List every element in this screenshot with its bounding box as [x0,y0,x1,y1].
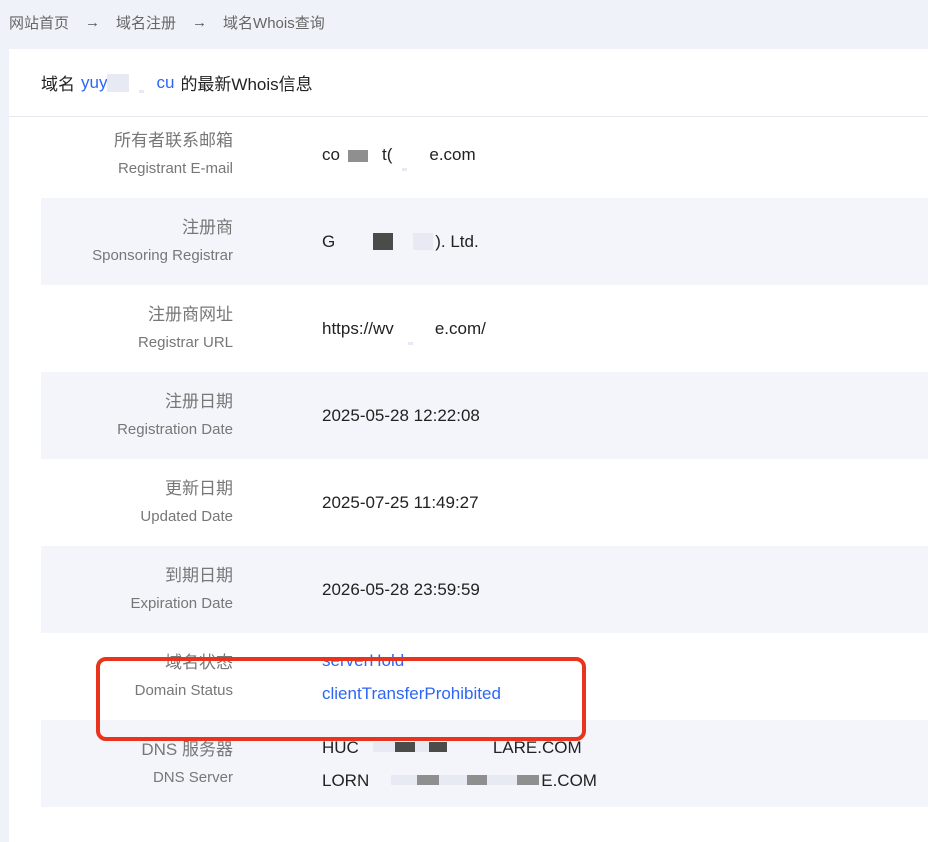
domain-name-start: yuy [81,72,108,92]
record-label: 更新日期 Updated Date [140,459,233,546]
registrant-email-value: co t( e.com [322,138,476,171]
label-en: Registration Date [117,421,233,438]
record-row-registrar-url: 注册商网址 Registrar URL https://wv e.com/ [41,285,928,372]
redaction-mask [402,168,408,171]
breadcrumb-whois-query-link[interactable]: 域名Whois查询 [223,12,325,33]
value-fragment: t( [381,145,393,164]
value-fragment: https://wv [322,319,394,338]
domain-status-link-client-transfer-prohibited[interactable]: clientTransferProhibited [322,677,501,710]
record-row-dns-server: DNS 服务器 DNS Server HUC LARE.COM LORN E.COM [41,720,928,807]
record-row-registration-date: 注册日期 Registration Date 2025-05-28 12:22:… [41,372,928,459]
whois-panel: 域名 yuy cu 的最新Whois信息 所有者联系邮箱 Registrant E… [9,49,928,842]
record-value: co t( e.com [322,111,476,198]
record-label: 注册日期 Registration Date [117,372,233,459]
title-suffix: 的最新Whois信息 [180,75,313,94]
breadcrumb: 网站首页 → 域名注册 → 域名Whois查询 [9,11,325,33]
record-row-sponsoring-registrar: 注册商 Sponsoring Registrar G ). Ltd. [41,198,928,285]
registrar-url-value[interactable]: https://wv e.com/ [322,312,486,345]
label-zh: 到期日期 [165,566,233,585]
redaction-mask [417,774,440,785]
label-zh: 注册商网址 [148,305,233,324]
label-en: Expiration Date [130,595,233,612]
value-fragment: e.com/ [434,319,486,338]
value-fragment: e.com [429,145,476,164]
redaction-mask [139,89,145,93]
redaction-mask [373,233,394,250]
redaction-mask [414,741,429,752]
whois-records: 所有者联系邮箱 Registrant E-mail co t( e.com 注册商 … [41,129,928,825]
redaction-mask [407,342,413,345]
redaction-mask [347,150,368,162]
redaction-mask [467,774,488,785]
record-value: HUC LARE.COM LORN E.COM [322,720,597,807]
redaction-mask [391,774,418,785]
record-label: 到期日期 Expiration Date [130,546,233,633]
value-fragment: LORN [322,770,370,790]
value-fragment: LARE.COM [492,737,582,757]
expiration-date-value: 2026-05-28 23:59:59 [322,580,480,599]
domain-name-end: cu [156,72,175,92]
dns-server-1-value: HUC LARE.COM [322,731,597,764]
record-row-updated-date: 更新日期 Updated Date 2025-07-25 11:49:27 [41,459,928,546]
redaction-mask [517,774,540,785]
dns-server-2-value: LORN E.COM [322,764,597,797]
domain-name: yuy cu [81,73,174,93]
record-row-registrant-email: 所有者联系邮箱 Registrant E-mail co t( e.com [41,111,928,198]
label-en: DNS Server [152,769,233,786]
redaction-mask [413,233,434,250]
redaction-mask [394,741,415,752]
record-row-expiration-date: 到期日期 Expiration Date 2026-05-28 23:59:59 [41,546,928,633]
label-zh: 更新日期 [165,479,233,498]
record-value: 2025-07-25 11:49:27 [322,459,479,546]
record-label: 域名状态 Domain Status [135,633,233,720]
label-zh: 注册商 [182,218,233,237]
record-value: 2026-05-28 23:59:59 [322,546,480,633]
arrow-right-icon: → [85,13,101,31]
domain-status-link-server-hold[interactable]: serverHold [322,644,501,677]
label-zh: 所有者联系邮箱 [114,131,233,150]
label-en: Updated Date [140,508,233,525]
value-fragment: G [322,232,336,251]
arrow-right-icon: → [192,13,208,31]
title-prefix: 域名 [41,75,75,94]
registration-date-value: 2025-05-28 12:22:08 [322,406,480,425]
record-label: DNS 服务器 DNS Server [141,720,233,807]
redaction-mask [439,774,468,785]
value-fragment: E.COM [541,770,597,790]
label-zh: 域名状态 [165,653,233,672]
redaction-mask [372,741,395,752]
value-fragment: ). Ltd. [435,232,479,251]
breadcrumb-domain-register-link[interactable]: 域名注册 [116,12,176,33]
label-zh: DNS 服务器 [141,740,233,759]
label-en: Registrant E-mail [117,160,233,177]
value-fragment: HUC [322,737,359,757]
record-label: 注册商 Sponsoring Registrar [92,198,233,285]
label-zh: 注册日期 [165,392,233,411]
record-label: 所有者联系邮箱 Registrant E-mail [114,111,233,198]
redaction-mask [428,741,447,752]
label-en: Registrar URL [137,334,233,351]
sponsoring-registrar-value: G ). Ltd. [322,225,479,258]
record-label: 注册商网址 Registrar URL [138,285,233,372]
record-value: serverHold clientTransferProhibited [322,633,501,720]
record-value: https://wv e.com/ [322,285,486,372]
updated-date-value: 2025-07-25 11:49:27 [322,493,479,512]
value-fragment: co [322,145,340,164]
label-en: Sponsoring Registrar [92,247,233,264]
record-value: 2025-05-28 12:22:08 [322,372,480,459]
breadcrumb-home-link[interactable]: 网站首页 [9,12,69,33]
record-row-domain-status: 域名状态 Domain Status serverHold clientTran… [41,633,928,720]
label-en: Domain Status [134,682,233,699]
page-title: 域名 yuy cu 的最新Whois信息 [9,49,928,117]
redaction-mask [487,774,518,785]
record-value: G ). Ltd. [322,198,479,285]
redaction-mask [107,74,130,93]
